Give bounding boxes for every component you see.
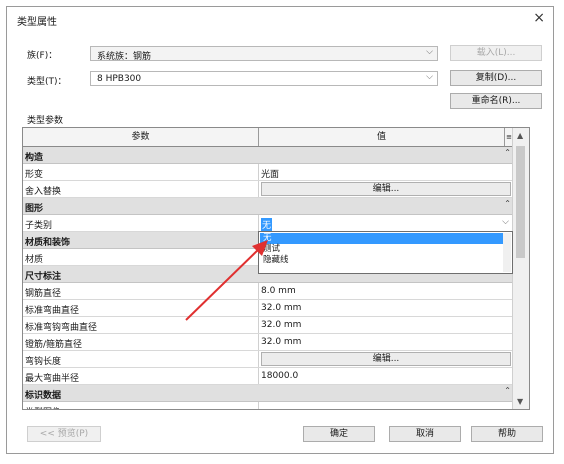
- annotation-overlay: [185, 240, 268, 321]
- annotation-arrow-line: [185, 245, 263, 321]
